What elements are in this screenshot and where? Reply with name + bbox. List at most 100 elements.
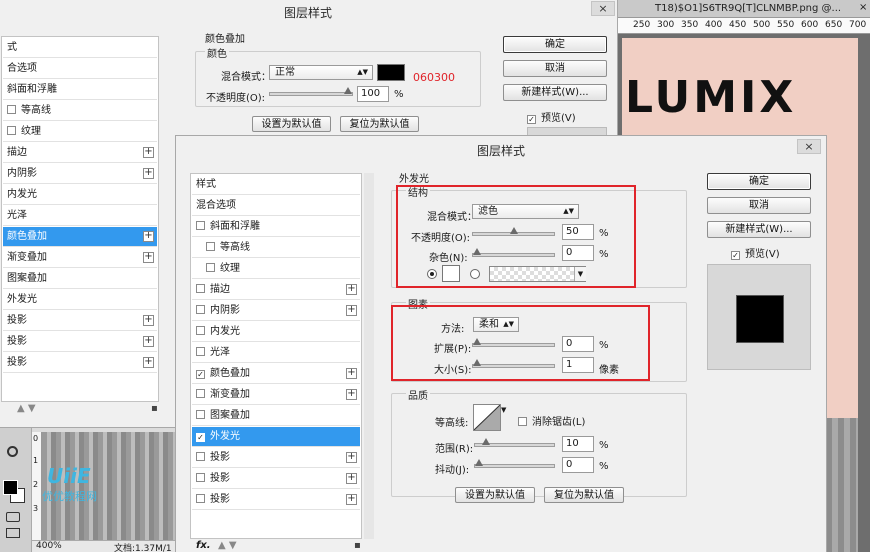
move-up-down-icon[interactable]: ▲ ▼	[218, 540, 237, 551]
add-effect-icon[interactable]: +	[346, 452, 357, 463]
cancel-button[interactable]: 取消	[707, 197, 811, 214]
back-cancel-button[interactable]: 取消	[503, 60, 607, 77]
add-effect-icon[interactable]: +	[143, 315, 154, 326]
checkbox-icon[interactable]	[196, 494, 205, 503]
zoom-tool-icon[interactable]	[7, 446, 18, 457]
checkbox-icon[interactable]	[7, 126, 16, 135]
style-list-item[interactable]: 样式	[192, 175, 360, 195]
style-list-item[interactable]: 混合选项	[192, 196, 360, 216]
trash-icon[interactable]: ▪	[151, 403, 158, 414]
style-list-item[interactable]: 投影 +	[192, 469, 360, 489]
checkbox-icon[interactable]: ✓	[196, 433, 205, 442]
quality-range-input[interactable]: 10	[562, 436, 594, 452]
back-list-item[interactable]: 等高线	[3, 101, 157, 121]
checkbox-icon[interactable]	[196, 347, 205, 356]
checkbox-icon[interactable]	[196, 410, 205, 419]
back-list-item[interactable]: 式	[3, 38, 157, 58]
style-list-item[interactable]: 纹理	[192, 259, 360, 279]
back-list-item[interactable]: 光泽	[3, 206, 157, 226]
document-tab-close-icon[interactable]: ×	[859, 2, 867, 13]
front-list-scrollbar[interactable]	[364, 173, 374, 539]
checkbox-icon[interactable]	[206, 263, 215, 272]
checkbox-icon[interactable]	[196, 305, 205, 314]
contour-dropdown-arrow-icon[interactable]: ▼	[501, 406, 506, 414]
back-list-item[interactable]: 渐变叠加 +	[3, 248, 157, 268]
back-ok-button[interactable]: 确定	[503, 36, 607, 53]
quick-mask-icon[interactable]	[6, 512, 20, 522]
style-list-item[interactable]: ✓ 颜色叠加 +	[192, 364, 360, 384]
screen-mode-icon[interactable]	[6, 528, 20, 538]
back-color-swatch[interactable]	[377, 64, 405, 81]
style-list-item[interactable]: 投影 +	[192, 448, 360, 468]
checkbox-icon[interactable]	[196, 452, 205, 461]
back-blend-select[interactable]: 正常 ▲▼	[269, 65, 373, 80]
quality-range-slider[interactable]	[474, 438, 555, 447]
slider-thumb[interactable]	[344, 87, 352, 94]
set-default-button[interactable]: 设置为默认值	[455, 487, 535, 503]
back-opacity-input[interactable]: 100	[357, 86, 389, 102]
checkbox-icon[interactable]	[196, 473, 205, 482]
add-effect-icon[interactable]: +	[143, 336, 154, 347]
checkbox-icon[interactable]	[196, 326, 205, 335]
move-up-icon[interactable]: ▲ ▼	[17, 403, 36, 414]
style-list-item[interactable]: 渐变叠加 +	[192, 385, 360, 405]
checkbox-icon[interactable]	[206, 242, 215, 251]
quality-jitter-slider[interactable]	[474, 459, 555, 468]
checkbox-icon[interactable]: ✓	[196, 370, 205, 379]
back-list-item[interactable]: 描边 +	[3, 143, 157, 163]
back-opacity-slider[interactable]	[269, 87, 353, 96]
checkbox-icon[interactable]	[196, 284, 205, 293]
zoom-level[interactable]: 400%	[36, 541, 62, 551]
back-set-default-button[interactable]: 设置为默认值	[252, 116, 331, 132]
add-effect-icon[interactable]: +	[143, 252, 154, 263]
add-effect-icon[interactable]: +	[143, 168, 154, 179]
style-list-item[interactable]: 斜面和浮雕	[192, 217, 360, 237]
back-list-item[interactable]: 纹理	[3, 122, 157, 142]
front-dialog-titlebar[interactable]: 图层样式 ×	[176, 136, 826, 160]
reset-default-button[interactable]: 复位为默认值	[544, 487, 624, 503]
back-list-item[interactable]: 外发光	[3, 290, 157, 310]
checkbox-icon[interactable]	[196, 221, 205, 230]
add-effect-icon[interactable]: +	[346, 389, 357, 400]
new-style-button[interactable]: 新建样式(W)...	[707, 221, 811, 238]
front-dialog-close-button[interactable]: ×	[797, 139, 821, 154]
quality-jitter-input[interactable]: 0	[562, 457, 594, 473]
back-dialog-close-button[interactable]: ×	[591, 1, 615, 16]
style-list-item[interactable]: 光泽	[192, 343, 360, 363]
back-list-item[interactable]: 合选项	[3, 59, 157, 79]
back-list-item[interactable]: 内发光	[3, 185, 157, 205]
style-list-item[interactable]: ✓ 外发光	[192, 427, 360, 447]
style-list-item[interactable]: 描边 +	[192, 280, 360, 300]
back-preview-checkbox[interactable]: ✓ 预览(V)	[527, 109, 576, 124]
back-list-item[interactable]: 斜面和浮雕	[3, 80, 157, 100]
checkbox-icon[interactable]	[7, 105, 16, 114]
style-list-item[interactable]: 内阴影 +	[192, 301, 360, 321]
back-list-item[interactable]: 投影 +	[3, 311, 157, 331]
add-effect-icon[interactable]: +	[346, 494, 357, 505]
style-list-item[interactable]: 图案叠加	[192, 406, 360, 426]
add-effect-icon[interactable]: +	[143, 231, 154, 242]
antialias-checkbox[interactable]: 消除锯齿(L)	[518, 413, 585, 428]
back-list-item[interactable]: 投影 +	[3, 332, 157, 352]
ok-button[interactable]: 确定	[707, 173, 811, 190]
document-tab[interactable]: T18)$O1]S6TR9Q[T]CLNMBP.png @... ×	[617, 0, 870, 18]
trash-icon[interactable]: ▪	[354, 540, 361, 551]
back-reset-default-button[interactable]: 复位为默认值	[340, 116, 419, 132]
style-list-item[interactable]: 投影 +	[192, 490, 360, 510]
back-list-item[interactable]: 内阴影 +	[3, 164, 157, 184]
preview-checkbox[interactable]: ✓ 预览(V)	[731, 245, 780, 260]
add-effect-icon[interactable]: +	[346, 368, 357, 379]
style-list-item[interactable]: 等高线	[192, 238, 360, 258]
back-list-item[interactable]: 颜色叠加 +	[3, 227, 157, 247]
style-list-item[interactable]: 内发光	[192, 322, 360, 342]
back-new-style-button[interactable]: 新建样式(W)...	[503, 84, 607, 101]
contour-picker[interactable]	[473, 404, 501, 431]
add-effect-icon[interactable]: +	[346, 284, 357, 295]
slider-thumb[interactable]	[475, 459, 483, 466]
checkbox-icon[interactable]	[196, 389, 205, 398]
add-effect-icon[interactable]: +	[346, 305, 357, 316]
fx-menu-button[interactable]: fx.	[196, 540, 211, 551]
foreground-color-swatch[interactable]	[3, 480, 18, 495]
back-dialog-titlebar[interactable]: 图层样式 ×	[0, 0, 617, 23]
back-list-item[interactable]: 图案叠加	[3, 269, 157, 289]
